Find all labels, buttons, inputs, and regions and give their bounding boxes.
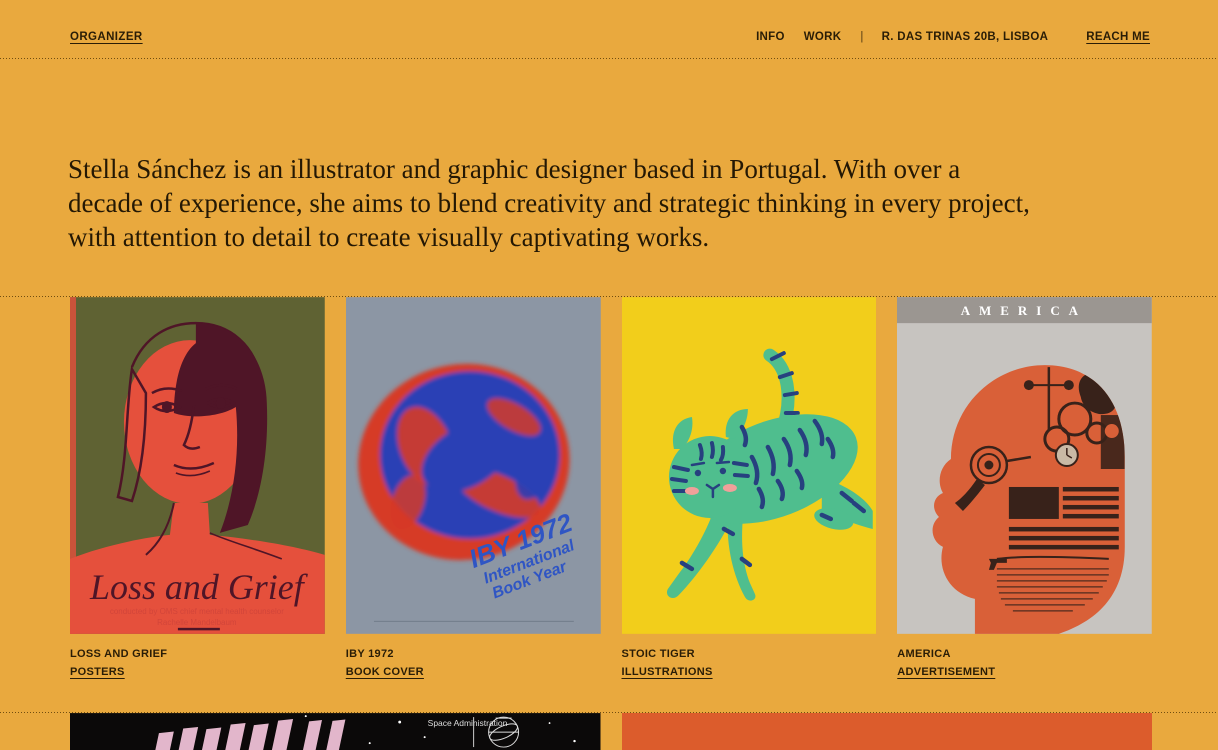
- project-category-link[interactable]: ADVERTISEMENT: [897, 665, 995, 680]
- nav-item-info[interactable]: INFO: [756, 31, 785, 43]
- iby-1972-poster: IBY 1972 International Book Year: [346, 297, 601, 634]
- intro-line-2: decade of experience, she aims to blend …: [68, 186, 1178, 220]
- intro-line-1: Stella Sánchez is an illustrator and gra…: [68, 152, 1178, 186]
- project-category-link[interactable]: POSTERS: [70, 665, 125, 680]
- project-title: AMERICA: [897, 647, 1152, 662]
- separator-header: [0, 58, 1218, 59]
- project-title: STOIC TIGER: [622, 647, 877, 662]
- nav-item-work[interactable]: WORK: [804, 31, 842, 43]
- project-caption: STOIC TIGER ILLUSTRATIONS: [622, 647, 877, 680]
- project-card-iby-1972[interactable]: IBY 1972 International Book Year IBY 197…: [346, 297, 601, 680]
- page-root: ORGANIZER INFO WORK | R. DAS TRINAS 20B,…: [0, 0, 1218, 750]
- project-category-link[interactable]: ILLUSTRATIONS: [622, 665, 713, 680]
- america-banner-text: AMERICA: [961, 303, 1087, 318]
- loss-and-grief-poster: Loss and Grief conducted by OMS chief me…: [70, 297, 325, 634]
- project-caption: LOSS AND GRIEF POSTERS: [70, 647, 325, 680]
- stoic-tiger-illustration: [622, 297, 877, 634]
- logo-link[interactable]: ORGANIZER: [70, 31, 143, 43]
- project-thumbnail-america[interactable]: AMERICA: [897, 297, 1152, 634]
- intro-line-3: with attention to detail to create visua…: [68, 220, 1178, 254]
- studio-address: R. DAS TRINAS 20B, LISBOA: [882, 31, 1049, 43]
- project-thumbnail-loss-and-grief[interactable]: Loss and Grief conducted by OMS chief me…: [70, 297, 325, 634]
- project-card-orange[interactable]: [622, 713, 1153, 750]
- site-header: ORGANIZER INFO WORK | R. DAS TRINAS 20B,…: [0, 0, 1218, 58]
- reach-me-link[interactable]: REACH ME: [1086, 31, 1150, 43]
- nav-divider: |: [860, 31, 863, 43]
- project-card-space[interactable]: Space Administration: [70, 713, 601, 750]
- loss-and-grief-credit-2: Rachelle Mandelbaum: [157, 618, 237, 627]
- header-nav: INFO WORK | R. DAS TRINAS 20B, LISBOA RE…: [756, 31, 1150, 43]
- project-thumbnail-iby-1972[interactable]: IBY 1972 International Book Year: [346, 297, 601, 634]
- loss-and-grief-title-text: Loss and Grief: [89, 567, 309, 607]
- project-card-loss-and-grief[interactable]: Loss and Grief conducted by OMS chief me…: [70, 297, 325, 680]
- project-grid-row-2: Space Administration: [70, 713, 1152, 750]
- project-category-link[interactable]: BOOK COVER: [346, 665, 424, 680]
- project-card-america[interactable]: AMERICA: [897, 297, 1152, 680]
- project-thumbnail-stoic-tiger[interactable]: [622, 297, 877, 634]
- project-caption: IBY 1972 BOOK COVER: [346, 647, 601, 680]
- project-card-stoic-tiger[interactable]: STOIC TIGER ILLUSTRATIONS: [622, 297, 877, 680]
- project-grid: Loss and Grief conducted by OMS chief me…: [70, 297, 1152, 680]
- space-poster: Space Administration: [70, 713, 601, 750]
- project-caption: AMERICA ADVERTISEMENT: [897, 647, 1152, 680]
- loss-and-grief-credit-1: conducted by OMS chief mental health cou…: [110, 607, 284, 616]
- intro-paragraph: Stella Sánchez is an illustrator and gra…: [68, 152, 1178, 254]
- project-title: LOSS AND GRIEF: [70, 647, 325, 662]
- america-poster: AMERICA: [897, 297, 1152, 634]
- project-title: IBY 1972: [346, 647, 601, 662]
